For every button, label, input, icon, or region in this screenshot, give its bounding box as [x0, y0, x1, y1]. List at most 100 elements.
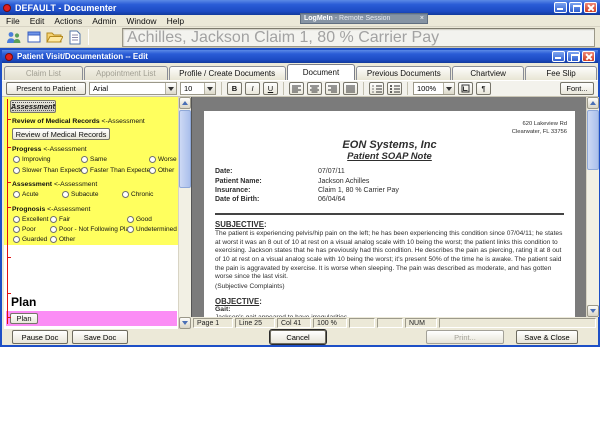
radio-guarded[interactable]: Guarded — [13, 236, 50, 243]
radio-worse[interactable]: Worse — [149, 156, 177, 163]
progress-options-row2: Slower Than Expected Faster Than Expecte… — [13, 167, 174, 174]
status-page: Page 1 — [193, 318, 233, 328]
status-bar: Page 1 Line 25 Col 41 100 % NUM — [191, 317, 598, 329]
menu-edit[interactable]: Edit — [30, 16, 45, 26]
radio-other-prognosis[interactable]: Other — [50, 236, 75, 243]
menu-help[interactable]: Help — [167, 16, 184, 26]
close-icon[interactable] — [584, 2, 597, 13]
radio-excellent[interactable]: Excellent — [13, 216, 50, 223]
menu-admin[interactable]: Admin — [92, 16, 116, 26]
patient-info-fields: Date:07/07/11 Patient Name:Jackson Achil… — [215, 167, 575, 205]
assessment-button[interactable]: Assessment — [10, 100, 56, 113]
radio-improving[interactable]: Improving — [13, 156, 81, 163]
current-patient-field[interactable]: Achilles, Jackson Claim 1, 80 % Carrier … — [122, 28, 595, 47]
template-panel-content: Assessment Review of Medical Records <-A… — [4, 97, 178, 329]
status-empty — [349, 318, 375, 328]
underline-button[interactable]: U — [263, 82, 278, 95]
tab-chartview[interactable]: Chartview — [452, 66, 524, 80]
company-name: EON Systems, Inc — [204, 139, 575, 151]
document-scrollbar[interactable] — [586, 97, 599, 317]
panel-scrollbar[interactable] — [178, 97, 191, 329]
font-size-select[interactable]: 10 — [180, 82, 216, 95]
status-zoom: 100 % — [313, 318, 347, 328]
radio-poor-not-following-plan[interactable]: Poor - Not Following Plan — [50, 226, 127, 233]
status-empty — [439, 318, 596, 328]
patient-name-value: Jackson Achilles — [318, 177, 369, 186]
scrollbar-thumb[interactable] — [587, 110, 599, 170]
tab-fee-slip[interactable]: Fee Slip — [525, 66, 597, 80]
tab-profile-create[interactable]: Profile / Create Documents — [169, 66, 286, 80]
radio-good[interactable]: Good — [127, 216, 152, 223]
align-justify-icon[interactable] — [343, 82, 358, 95]
align-center-icon[interactable] — [307, 82, 322, 95]
app-icon — [3, 4, 11, 12]
plan-button[interactable]: Plan — [10, 313, 38, 324]
close-icon[interactable] — [582, 51, 595, 62]
restore-icon[interactable] — [569, 2, 582, 13]
scroll-up-icon[interactable] — [587, 97, 599, 109]
menu-file[interactable]: File — [6, 16, 20, 26]
review-of-medical-records-button[interactable]: Review of Medical Records — [12, 128, 110, 140]
font-name-select[interactable]: Arial — [89, 82, 177, 95]
menu-actions[interactable]: Actions — [54, 16, 82, 26]
scroll-down-icon[interactable] — [587, 305, 599, 317]
document-page[interactable]: 620 Lakeview Rd Clearwater, FL 33756 EON… — [204, 111, 575, 317]
radio-fair[interactable]: Fair — [50, 216, 127, 223]
radio-same[interactable]: Same — [81, 156, 149, 163]
progress-options-row1: Improving Same Worse — [13, 156, 177, 163]
chevron-down-icon[interactable] — [165, 83, 176, 94]
save-and-close-button[interactable]: Save & Close — [516, 330, 578, 344]
chevron-down-icon[interactable] — [443, 83, 454, 94]
minimize-icon[interactable] — [554, 2, 567, 13]
status-num-lock: NUM — [405, 318, 437, 328]
radio-acute[interactable]: Acute — [13, 191, 62, 198]
restore-icon[interactable] — [567, 51, 580, 62]
radio-undetermined[interactable]: Undetermined — [127, 226, 177, 233]
scroll-down-icon[interactable] — [179, 317, 191, 329]
font-dialog-button[interactable]: Font... — [560, 82, 594, 95]
chevron-down-icon[interactable] — [204, 83, 215, 94]
show-paragraph-marks-button[interactable]: ¶ — [476, 82, 491, 95]
minimize-icon[interactable] — [552, 51, 565, 62]
radio-chronic[interactable]: Chronic — [122, 191, 153, 198]
document-icon[interactable] — [64, 29, 84, 46]
pause-doc-button[interactable]: Pause Doc — [12, 330, 68, 344]
radio-slower-than-expected[interactable]: Slower Than Expected — [13, 167, 81, 174]
radio-faster-than-expected[interactable]: Faster Than Expected — [81, 167, 149, 174]
italic-button[interactable]: I — [245, 82, 260, 95]
radio-subacute[interactable]: Subacute — [62, 191, 122, 198]
align-left-icon[interactable] — [289, 82, 304, 95]
dob-value: 06/04/64 — [318, 195, 345, 204]
assessment-options-row: Acute Subacute Chronic — [13, 191, 153, 198]
document-editor: 620 Lakeview Rd Clearwater, FL 33756 EON… — [191, 97, 598, 317]
prognosis-label: Prognosis <-Assessment — [12, 206, 90, 213]
insurance-value: Claim 1, 80 % Carrier Pay — [318, 186, 399, 195]
action-bar: Pause Doc Save Doc Cancel Print... Save … — [2, 329, 598, 345]
page-border-icon[interactable] — [458, 82, 473, 95]
radio-poor[interactable]: Poor — [13, 226, 50, 233]
zoom-select[interactable]: 100% — [413, 82, 455, 95]
save-doc-button[interactable]: Save Doc — [72, 330, 128, 344]
radio-other-progress[interactable]: Other — [149, 167, 174, 174]
format-toolbar: Present to Patient Arial 10 B I U 1 — [2, 80, 598, 97]
subjective-note: (Subjective Complaints) — [215, 283, 565, 292]
scrollbar-thumb[interactable] — [179, 110, 191, 188]
cancel-button[interactable]: Cancel — [270, 330, 326, 344]
menu-window[interactable]: Window — [126, 16, 156, 26]
scroll-up-icon[interactable] — [179, 97, 191, 109]
patients-icon[interactable] — [4, 29, 24, 46]
window-icon[interactable] — [24, 29, 44, 46]
present-to-patient-button[interactable]: Present to Patient — [6, 82, 86, 95]
print-button: Print... — [426, 330, 504, 344]
patient-visit-titlebar: Patient Visit/Documentation -- Edit — [2, 50, 598, 63]
tab-document[interactable]: Document — [287, 64, 356, 80]
folder-icon[interactable] — [44, 29, 64, 46]
tab-previous-documents[interactable]: Previous Documents — [356, 66, 451, 80]
logmein-close-icon[interactable]: × — [420, 15, 424, 22]
objective-heading: OBJECTIVE: — [215, 297, 575, 306]
bold-button[interactable]: B — [227, 82, 242, 95]
bullet-list-icon[interactable] — [387, 82, 402, 95]
template-panel: Assessment Review of Medical Records <-A… — [4, 97, 191, 329]
numbered-list-icon[interactable] — [369, 82, 384, 95]
align-right-icon[interactable] — [325, 82, 340, 95]
